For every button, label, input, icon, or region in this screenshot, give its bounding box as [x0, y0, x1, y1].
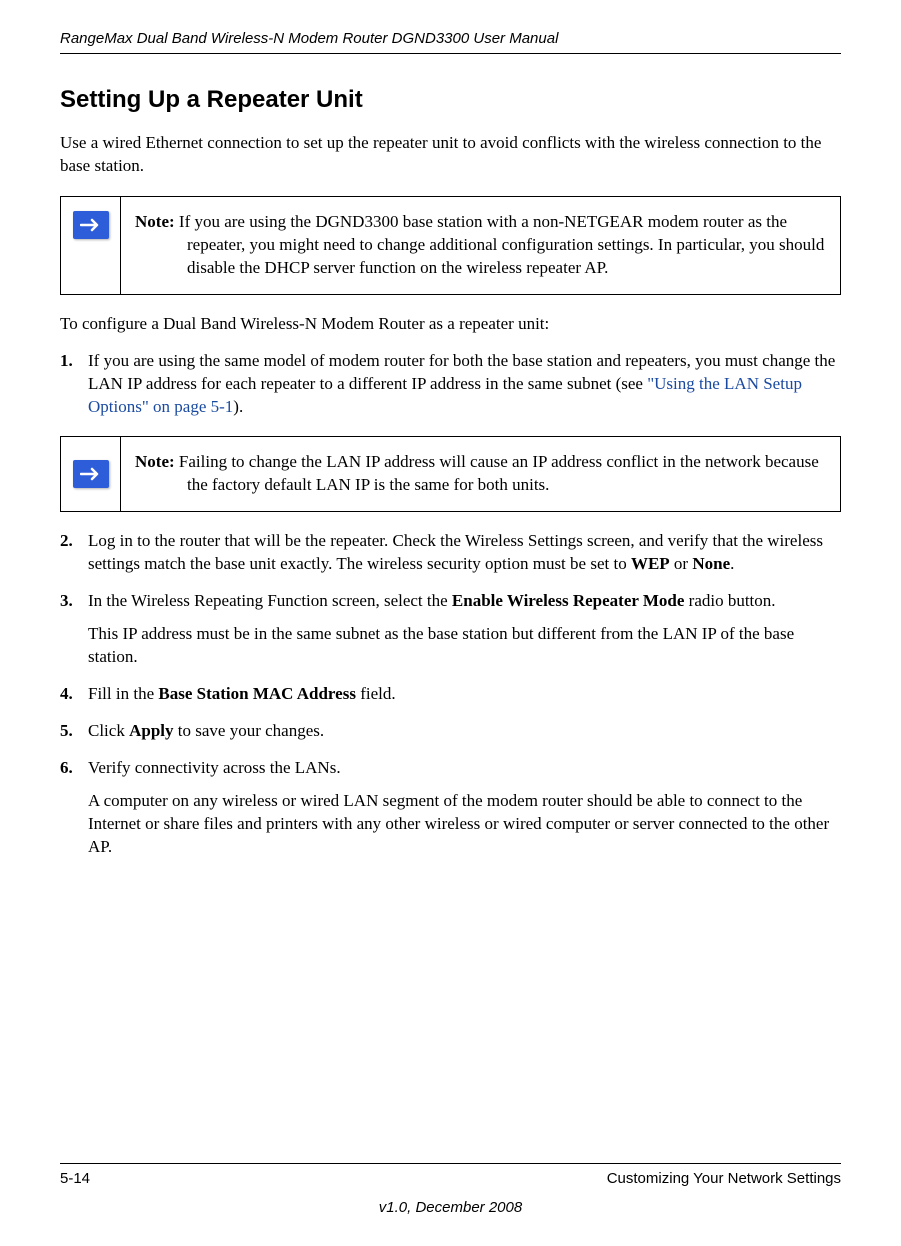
steps-list: If you are using the same model of modem…: [60, 350, 841, 859]
step-3-subtext: This IP address must be in the same subn…: [88, 623, 841, 669]
step-2: Log in to the router that will be the re…: [60, 530, 841, 576]
footer-version: v1.0, December 2008: [60, 1199, 841, 1216]
step-5-text-b: to save your changes.: [174, 721, 325, 740]
step-3-text-a: In the Wireless Repeating Function scree…: [88, 591, 452, 610]
step-6: Verify connectivity across the LANs. A c…: [60, 757, 841, 859]
arrow-note-icon: [73, 460, 109, 488]
step-2-or: or: [670, 554, 693, 573]
arrow-note-icon: [73, 211, 109, 239]
step-5: Click Apply to save your changes.: [60, 720, 841, 743]
note-body: Failing to change the LAN IP address wil…: [175, 452, 819, 494]
step-5-text-a: Click: [88, 721, 129, 740]
step-2-bold-wep: WEP: [631, 554, 670, 573]
footer-page-number: 5-14: [60, 1170, 90, 1187]
note-text: Note: Failing to change the LAN IP addre…: [121, 437, 840, 511]
section-heading: Setting Up a Repeater Unit: [60, 86, 841, 114]
step-2-end: .: [730, 554, 734, 573]
note-label: Note:: [135, 212, 175, 231]
step-4: Fill in the Base Station MAC Address fie…: [60, 683, 841, 706]
note-icon-cell: [61, 437, 121, 511]
note-box-1: Note: If you are using the DGND3300 base…: [60, 196, 841, 295]
step-3-bold: Enable Wireless Repeater Mode: [452, 591, 684, 610]
note-body: If you are using the DGND3300 base stati…: [175, 212, 825, 277]
intro-paragraph: Use a wired Ethernet connection to set u…: [60, 132, 841, 178]
step-6-text: Verify connectivity across the LANs.: [88, 758, 341, 777]
step-1: If you are using the same model of modem…: [60, 350, 841, 513]
step-2-bold-none: None: [692, 554, 730, 573]
step-4-text-b: field.: [356, 684, 396, 703]
step-3-text-b: radio button.: [684, 591, 775, 610]
note-label: Note:: [135, 452, 175, 471]
note-box-2: Note: Failing to change the LAN IP addre…: [60, 436, 841, 512]
step-1-text-b: ).: [233, 397, 243, 416]
step-3: In the Wireless Repeating Function scree…: [60, 590, 841, 669]
step-4-bold: Base Station MAC Address: [158, 684, 356, 703]
lead-in-text: To configure a Dual Band Wireless-N Mode…: [60, 313, 841, 336]
page-footer: 5-14 Customizing Your Network Settings v…: [60, 1163, 841, 1216]
manual-header-title: RangeMax Dual Band Wireless-N Modem Rout…: [60, 0, 841, 54]
step-4-text-a: Fill in the: [88, 684, 158, 703]
step-6-subtext: A computer on any wireless or wired LAN …: [88, 790, 841, 859]
step-5-bold: Apply: [129, 721, 173, 740]
note-icon-cell: [61, 197, 121, 294]
note-text: Note: If you are using the DGND3300 base…: [121, 197, 840, 294]
footer-chapter-title: Customizing Your Network Settings: [607, 1170, 841, 1187]
